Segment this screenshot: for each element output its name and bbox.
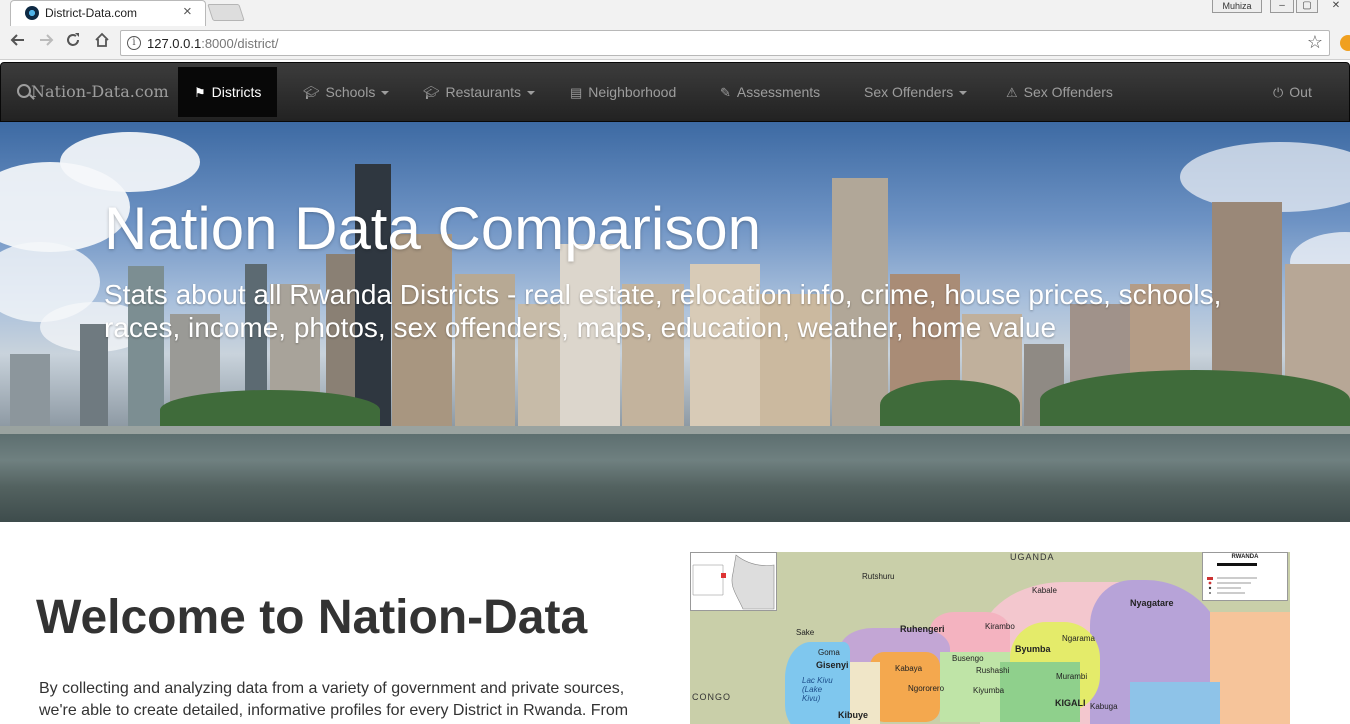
nav-logout[interactable]: ⏻ Out (1273, 63, 1312, 121)
nav-label: Out (1289, 84, 1312, 100)
map-label-busengo: Busengo (952, 654, 984, 663)
minimize-button[interactable]: – (1270, 0, 1294, 13)
map-label-congo: CONGO (692, 692, 732, 702)
nav-sex-offenders-dropdown[interactable]: Sex Offenders (864, 63, 968, 121)
file-icon: ▤ (570, 85, 583, 100)
nav-restaurants[interactable]: 🎓︎ Restaurants (423, 63, 535, 121)
map-label-byumba: Byumba (1015, 644, 1051, 654)
nav-label: Sex Offenders (1023, 84, 1113, 100)
nav-schools[interactable]: 🎓︎ Schools (303, 63, 390, 121)
tab-close-icon[interactable]: × (183, 3, 192, 20)
map-label-ngororero: Ngororero (908, 684, 945, 693)
intro-paragraph: By collecting and analyzing data from a … (39, 680, 629, 719)
map-label-kiyumba: Kiyumba (973, 686, 1005, 695)
nav-label: Neighborhood (588, 84, 677, 100)
rwanda-map: RWANDA UGANDA CONGO Nyagatare Ruhengeri … (690, 552, 1290, 724)
welcome-heading: Welcome to Nation-Data (36, 591, 588, 644)
river-water (0, 434, 1350, 522)
nav-label: Sex Offenders (864, 84, 954, 100)
map-label-kabale: Kabale (1032, 586, 1057, 595)
map-label-kabuga: Kabuga (1090, 702, 1118, 711)
maximize-button[interactable]: ▢ (1296, 0, 1318, 13)
brand-text: Nation-Data.com (31, 82, 169, 101)
power-icon: ⏻ (1273, 85, 1284, 100)
nav-label: Districts (211, 84, 262, 100)
legend-title: RWANDA (1231, 554, 1259, 560)
graduation-cap-icon: 🎓︎ (423, 85, 440, 100)
nav-districts[interactable]: ⚑ Districts (178, 67, 278, 117)
address-bar[interactable]: i 127.0.0.1:8000/district/ ☆ (120, 30, 1330, 56)
nav-label: Restaurants (445, 84, 521, 100)
map-label-murambi: Murambi (1056, 672, 1088, 681)
map-label-ruhengeri: Ruhengeri (900, 624, 945, 634)
nav-assessments[interactable]: ✎ Assessments (720, 63, 820, 121)
flag-icon: ⚑ (194, 85, 206, 100)
brand-link[interactable]: Nation-Data.com (17, 82, 169, 101)
search-icon (17, 84, 31, 98)
hero-subtitle: Stats about all Rwanda Districts - real … (104, 279, 1222, 343)
map-legend: RWANDA (1202, 552, 1288, 601)
close-window-button[interactable]: ✕ (1324, 0, 1348, 13)
map-label-uganda: UGANDA (1010, 552, 1055, 562)
url-text[interactable]: 127.0.0.1:8000/district/ (147, 36, 279, 51)
url-path: :8000/district/ (201, 36, 279, 51)
caret-down-icon (527, 91, 535, 96)
info-icon[interactable]: i (127, 36, 141, 50)
profile-button[interactable]: Muhiza (1212, 0, 1262, 13)
url-host: 127.0.0.1 (147, 36, 202, 51)
map-label-lake-kivu: Lac Kivu (Lake Kivu) (802, 676, 833, 703)
hero-title: Nation Data Comparison (104, 195, 761, 262)
back-icon[interactable] (8, 32, 28, 53)
map-label-kabaya: Kabaya (895, 664, 923, 673)
hero-banner: Nation Data Comparison Stats about all R… (0, 122, 1350, 522)
nav-label: Schools (325, 84, 376, 100)
map-label-kigali: KIGALI (1055, 698, 1086, 708)
map-label-sake: Sake (796, 628, 815, 637)
nav-sex-offenders[interactable]: ⚠ Sex Offenders (1006, 63, 1113, 121)
home-icon[interactable] (92, 32, 112, 53)
new-tab-button[interactable] (207, 4, 245, 21)
star-icon[interactable]: ☆ (1307, 32, 1323, 53)
nav-label: Assessments (736, 84, 821, 100)
map-inset (690, 552, 777, 611)
map-label-nyagatare: Nyagatare (1130, 598, 1174, 608)
map-label-rutshuru: Rutshuru (862, 572, 895, 581)
browser-tab[interactable]: District-Data.com × (10, 0, 206, 26)
map-label-rushashi: Rushashi (976, 666, 1010, 675)
caret-down-icon (381, 91, 390, 96)
map-label-kibuye: Kibuye (838, 710, 869, 720)
warning-icon: ⚠ (1006, 85, 1018, 100)
nav-neighborhood[interactable]: ▤ Neighborhood (570, 63, 676, 121)
site-navbar: Nation-Data.com ⚑ Districts 🎓︎ Schools 🎓︎ R… (0, 62, 1350, 122)
map-label-ngarama: Ngarama (1062, 634, 1095, 643)
map-label-kirambo: Kirambo (985, 622, 1015, 631)
caret-down-icon (959, 91, 968, 96)
forward-icon[interactable] (36, 32, 56, 53)
edit-icon: ✎ (720, 85, 731, 100)
site-favicon-icon (25, 6, 39, 20)
reload-icon[interactable] (63, 32, 83, 53)
tab-title: District-Data.com (45, 6, 138, 20)
browser-tabstrip: District-Data.com × Muhiza – ▢ ✕ (0, 0, 1350, 26)
map-label-goma: Goma (818, 648, 840, 657)
map-label-gisenyi: Gisenyi (816, 660, 849, 670)
graduation-cap-icon: 🎓︎ (303, 85, 320, 100)
extension-icon[interactable] (1340, 35, 1350, 51)
